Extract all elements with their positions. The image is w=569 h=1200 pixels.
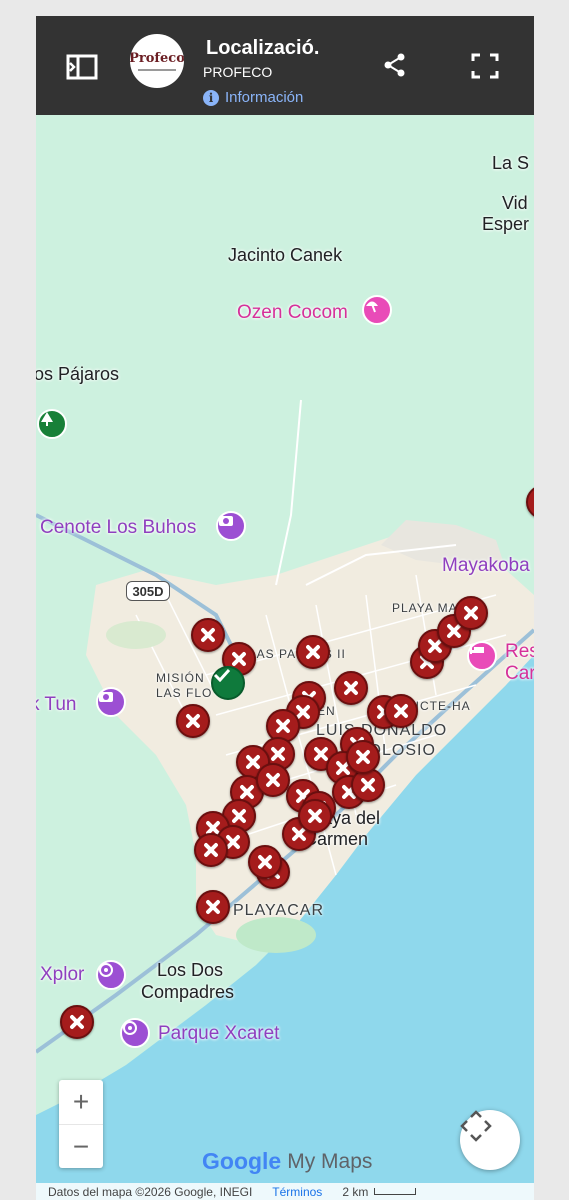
place-res: Res xyxy=(505,641,534,662)
sidebar-toggle-button[interactable] xyxy=(64,52,100,82)
road-north xyxy=(275,399,302,586)
zoom-in-button[interactable]: + xyxy=(59,1080,103,1124)
info-link[interactable]: i Información xyxy=(203,89,303,106)
tree-park-icon[interactable] xyxy=(37,409,67,439)
app-frame: Profeco Localizació. PROFECO i Informaci… xyxy=(36,16,534,1200)
closed-marker[interactable] xyxy=(248,845,282,879)
closed-marker[interactable] xyxy=(334,671,368,705)
recenter-button[interactable] xyxy=(460,1110,520,1170)
route-305d-shield: 305D xyxy=(126,581,170,601)
place-mision-2: LAS FLO xyxy=(156,686,213,700)
scale-bar xyxy=(374,1188,417,1195)
map-header: Profeco Localizació. PROFECO i Informaci… xyxy=(36,16,534,115)
closed-marker[interactable] xyxy=(384,694,418,728)
fullscreen-icon xyxy=(471,53,499,79)
place-los-dos-1: Los Dos xyxy=(157,960,224,980)
place-los-dos-2: Compadres xyxy=(141,982,235,1002)
place-los-pajaros: os Pájaros xyxy=(36,364,120,384)
place-mision-1: MISIÓN xyxy=(156,671,205,685)
closed-marker[interactable] xyxy=(196,890,230,924)
map-title: Localizació. xyxy=(206,37,320,59)
closed-marker[interactable] xyxy=(346,740,380,774)
closed-marker[interactable] xyxy=(194,833,228,867)
share-button[interactable] xyxy=(380,50,410,80)
terms-link[interactable]: Términos xyxy=(272,1185,322,1199)
park-area xyxy=(236,917,316,953)
place-vid: Vid xyxy=(502,193,528,213)
place-ozen-cocom[interactable]: Ozen Cocom xyxy=(237,302,348,324)
place-k-tun[interactable]: k Tun xyxy=(36,694,76,716)
zoom-controls: + − xyxy=(59,1080,103,1168)
fullscreen-button[interactable] xyxy=(470,51,500,81)
beach-umbrella-icon[interactable] xyxy=(362,295,392,325)
place-parque-xcaret[interactable]: Parque Xcaret xyxy=(158,1023,279,1045)
profeco-logo: Profeco xyxy=(130,34,184,88)
open-store-marker[interactable] xyxy=(211,666,245,700)
closed-marker[interactable] xyxy=(191,618,225,652)
info-label: Información xyxy=(225,89,304,106)
place-cenote-los-buhos[interactable]: Cenote Los Buhos xyxy=(40,517,196,539)
scale-text: 2 km xyxy=(342,1184,369,1199)
map-subtitle: PROFECO xyxy=(203,64,273,80)
map-canvas[interactable]: La S Vid Esper Jacinto Canek Ozen Cocom … xyxy=(36,115,534,1200)
place-mayakoba[interactable]: Mayakoba xyxy=(442,555,530,577)
closed-marker[interactable] xyxy=(454,596,488,630)
theme-park-icon-2[interactable] xyxy=(120,1018,150,1048)
map-footer: Datos del mapa ©2026 Google, INEGI Térmi… xyxy=(36,1183,534,1200)
sidebar-toggle-icon xyxy=(66,54,98,80)
closed-marker[interactable] xyxy=(296,635,330,669)
google-mymaps-brand: Google My Maps xyxy=(202,1148,372,1175)
park-area xyxy=(106,621,166,649)
place-xplor[interactable]: Xplor xyxy=(40,964,84,986)
closed-marker[interactable] xyxy=(256,763,290,797)
zoom-out-button[interactable]: − xyxy=(59,1125,103,1169)
place-playacar: PLAYACAR xyxy=(233,902,324,919)
place-jacinto-canek: Jacinto Canek xyxy=(228,245,343,265)
info-icon: i xyxy=(203,89,219,106)
closed-marker[interactable] xyxy=(176,704,210,738)
place-car: Car xyxy=(505,663,534,684)
google-logo-text: Google xyxy=(202,1148,282,1174)
place-la-s: La S xyxy=(492,153,530,173)
place-esper: Esper xyxy=(482,214,530,234)
closed-marker[interactable] xyxy=(60,1005,94,1039)
check-icon xyxy=(213,668,231,682)
attribution-text: Datos del mapa ©2026 Google, INEGI xyxy=(48,1184,253,1199)
expand-arrows-icon xyxy=(460,1110,492,1142)
mymaps-text: My Maps xyxy=(287,1149,373,1173)
hotel-icon[interactable] xyxy=(467,641,497,671)
closed-marker[interactable] xyxy=(298,799,332,833)
logo-text: Profeco xyxy=(130,50,184,66)
camera-icon[interactable] xyxy=(216,511,246,541)
share-icon xyxy=(384,53,405,77)
camera-icon-2[interactable] xyxy=(96,687,126,717)
logo-subline xyxy=(138,68,176,71)
route-305d-label: 305D xyxy=(132,583,164,599)
theme-park-icon[interactable] xyxy=(96,960,126,990)
